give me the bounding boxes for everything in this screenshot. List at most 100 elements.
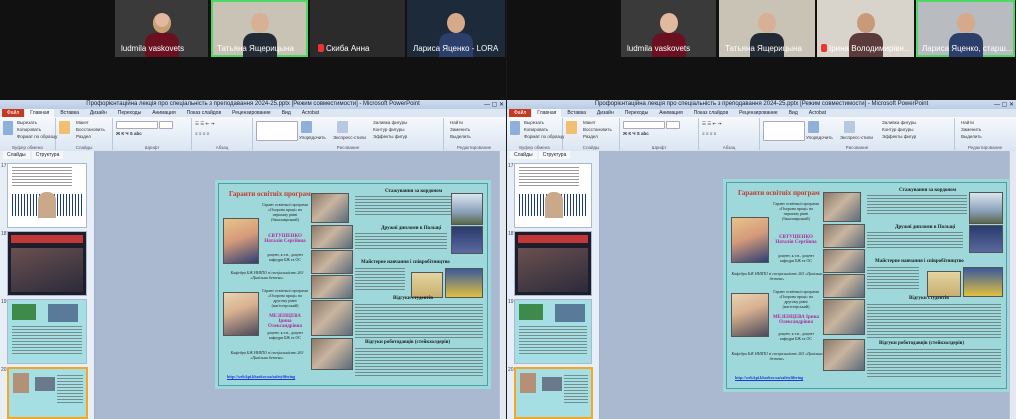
participant-tile[interactable]: ludmila vaskovets bbox=[115, 0, 208, 57]
select-button[interactable]: Выделить bbox=[450, 134, 471, 139]
participant-tile-active[interactable]: Татьяна Ящерицына bbox=[211, 0, 308, 57]
shape-outline-button[interactable]: Контур фигуры bbox=[373, 127, 404, 132]
tab-view[interactable]: Вид bbox=[277, 109, 296, 117]
replace-button[interactable]: Заменить bbox=[961, 127, 981, 132]
guarantor2-intro: Гарант освітньої програми «Охорона праці… bbox=[262, 288, 308, 308]
tab-file[interactable]: Файл bbox=[509, 109, 532, 117]
shape-outline-button[interactable]: Контур фигуры bbox=[882, 127, 913, 132]
arrange-button[interactable]: Упорядочить bbox=[806, 135, 833, 140]
tab-insert[interactable]: Вставка bbox=[55, 109, 84, 117]
participant-tile[interactable]: Ірина Володимирівн... bbox=[817, 0, 914, 57]
tab-design[interactable]: Дизайн bbox=[592, 109, 619, 117]
shapes-gallery[interactable] bbox=[763, 121, 805, 141]
shape-fill-button[interactable]: Заливка фигуры bbox=[882, 120, 916, 125]
arrange-icon[interactable] bbox=[301, 121, 312, 133]
website-link[interactable]: http://web.kpi.kharkov.ua/safetylifering bbox=[735, 375, 803, 380]
slide-thumbnail-selected[interactable] bbox=[514, 367, 593, 419]
list-icon[interactable]: ☰ ☰ ⇤ ⇥ bbox=[702, 121, 721, 127]
format-painter-button[interactable]: Формат по образцу bbox=[17, 134, 57, 139]
reset-button[interactable]: Восстановить bbox=[583, 127, 612, 132]
copy-button[interactable]: Копировать bbox=[17, 127, 41, 132]
align-icon[interactable]: ≡ ≡ ≡ ≡ bbox=[195, 131, 209, 136]
slide-thumbnail-selected[interactable] bbox=[7, 367, 88, 419]
new-slide-icon[interactable] bbox=[59, 121, 70, 134]
paste-icon[interactable] bbox=[3, 121, 13, 135]
current-slide[interactable]: Гаранти освітніх програм Гарант освітньо… bbox=[215, 180, 491, 389]
tab-slides[interactable]: Слайды bbox=[510, 151, 537, 159]
align-icon[interactable]: ≡ ≡ ≡ ≡ bbox=[702, 131, 716, 136]
tab-review[interactable]: Рецензирование bbox=[734, 109, 783, 117]
tab-slideshow[interactable]: Показ слайдов bbox=[689, 109, 733, 117]
current-slide[interactable]: Гаранти освітніх програм Гарант освітньо… bbox=[723, 179, 1010, 392]
tab-acrobat[interactable]: Acrobat bbox=[297, 109, 324, 117]
select-button[interactable]: Выделить bbox=[961, 134, 982, 139]
copy-button[interactable]: Копировать bbox=[524, 127, 548, 132]
tab-outline[interactable]: Структура bbox=[538, 151, 571, 159]
layout-button[interactable]: Макет bbox=[76, 120, 89, 125]
slide-thumbnail[interactable] bbox=[7, 163, 87, 228]
participant-tile[interactable]: Скиба Анна bbox=[310, 0, 405, 57]
tab-slides[interactable]: Слайды bbox=[3, 151, 30, 159]
find-button[interactable]: Найти bbox=[961, 120, 974, 125]
tab-home[interactable]: Главная bbox=[532, 109, 562, 117]
tab-transitions[interactable]: Переходы bbox=[620, 109, 653, 117]
tab-transitions[interactable]: Переходы bbox=[113, 109, 146, 117]
size-select[interactable] bbox=[666, 121, 680, 129]
bold-icon[interactable]: Ж К Ч S abc bbox=[623, 131, 649, 136]
new-slide-icon[interactable] bbox=[566, 121, 577, 134]
layout-button[interactable]: Макет bbox=[583, 120, 596, 125]
participant-tile[interactable]: Лариса Яценко - LORA bbox=[407, 0, 505, 57]
vertical-scrollbar[interactable] bbox=[499, 151, 506, 419]
thumb-heading bbox=[11, 235, 83, 243]
section-button[interactable]: Раздел bbox=[583, 134, 598, 139]
tab-view[interactable]: Вид bbox=[784, 109, 803, 117]
font-select[interactable] bbox=[116, 121, 158, 129]
slide-thumbnail[interactable] bbox=[514, 163, 592, 228]
tab-home[interactable]: Главная bbox=[25, 109, 55, 117]
slide-editing-area[interactable]: Гаранти освітніх програм Гарант освітньо… bbox=[600, 151, 1010, 419]
cut-button[interactable]: Вырезать bbox=[17, 120, 37, 125]
vertical-scrollbar[interactable] bbox=[1009, 151, 1016, 419]
shapes-gallery[interactable] bbox=[256, 121, 298, 141]
size-select[interactable] bbox=[159, 121, 173, 129]
cut-button[interactable]: Вырезать bbox=[524, 120, 544, 125]
shape-effects-button[interactable]: Эффекты фигур bbox=[882, 134, 916, 139]
quick-styles-icon[interactable] bbox=[844, 121, 855, 133]
font-select[interactable] bbox=[623, 121, 665, 129]
paste-icon[interactable] bbox=[510, 121, 520, 135]
tab-file[interactable]: Файл bbox=[2, 109, 25, 117]
format-painter-button[interactable]: Формат по образцу bbox=[524, 134, 564, 139]
find-button[interactable]: Найти bbox=[450, 120, 463, 125]
tab-slideshow[interactable]: Показ слайдов bbox=[182, 109, 226, 117]
slide-editing-area[interactable]: Гаранти освітніх програм Гарант освітньо… bbox=[95, 151, 499, 419]
tab-review[interactable]: Рецензирование bbox=[227, 109, 276, 117]
list-icon[interactable]: ☰ ☰ ⇤ ⇥ bbox=[195, 121, 214, 127]
tab-animation[interactable]: Анимация bbox=[147, 109, 180, 117]
section-button[interactable]: Раздел bbox=[76, 134, 91, 139]
tab-animation[interactable]: Анимация bbox=[654, 109, 687, 117]
slide-thumbnail[interactable] bbox=[7, 299, 87, 364]
arrange-button[interactable]: Упорядочить bbox=[299, 135, 326, 140]
quick-styles-icon[interactable] bbox=[337, 121, 348, 133]
tab-acrobat[interactable]: Acrobat bbox=[804, 109, 831, 117]
participant-tile[interactable]: ludmila vaskovets bbox=[621, 0, 716, 57]
quick-styles-button[interactable]: Экспресс-стили bbox=[840, 135, 873, 140]
website-link[interactable]: http://web.kpi.kharkov.ua/safetylifering bbox=[227, 374, 295, 379]
window-controls[interactable]: — ▢ ✕ bbox=[484, 101, 504, 109]
shape-effects-button[interactable]: Эффекты фигур bbox=[373, 134, 407, 139]
tab-design[interactable]: Дизайн bbox=[85, 109, 112, 117]
tab-outline[interactable]: Структура bbox=[31, 151, 64, 159]
replace-button[interactable]: Заменить bbox=[450, 127, 470, 132]
slide-thumbnail[interactable] bbox=[7, 231, 87, 296]
arrange-icon[interactable] bbox=[808, 121, 819, 133]
bold-icon[interactable]: Ж К Ч S abc bbox=[116, 131, 142, 136]
slide-thumbnail[interactable] bbox=[514, 231, 592, 296]
tab-insert[interactable]: Вставка bbox=[562, 109, 591, 117]
shape-fill-button[interactable]: Заливка фигуры bbox=[373, 120, 407, 125]
quick-styles-button[interactable]: Экспресс-стили bbox=[333, 135, 366, 140]
window-controls[interactable]: — ▢ ✕ bbox=[994, 101, 1014, 109]
participant-tile-active[interactable]: Лариса Яценко, старш... bbox=[916, 0, 1015, 57]
reset-button[interactable]: Восстановить bbox=[76, 127, 105, 132]
participant-tile[interactable]: Татьяна Ящерицына bbox=[719, 0, 815, 57]
slide-thumbnail[interactable] bbox=[514, 299, 592, 364]
